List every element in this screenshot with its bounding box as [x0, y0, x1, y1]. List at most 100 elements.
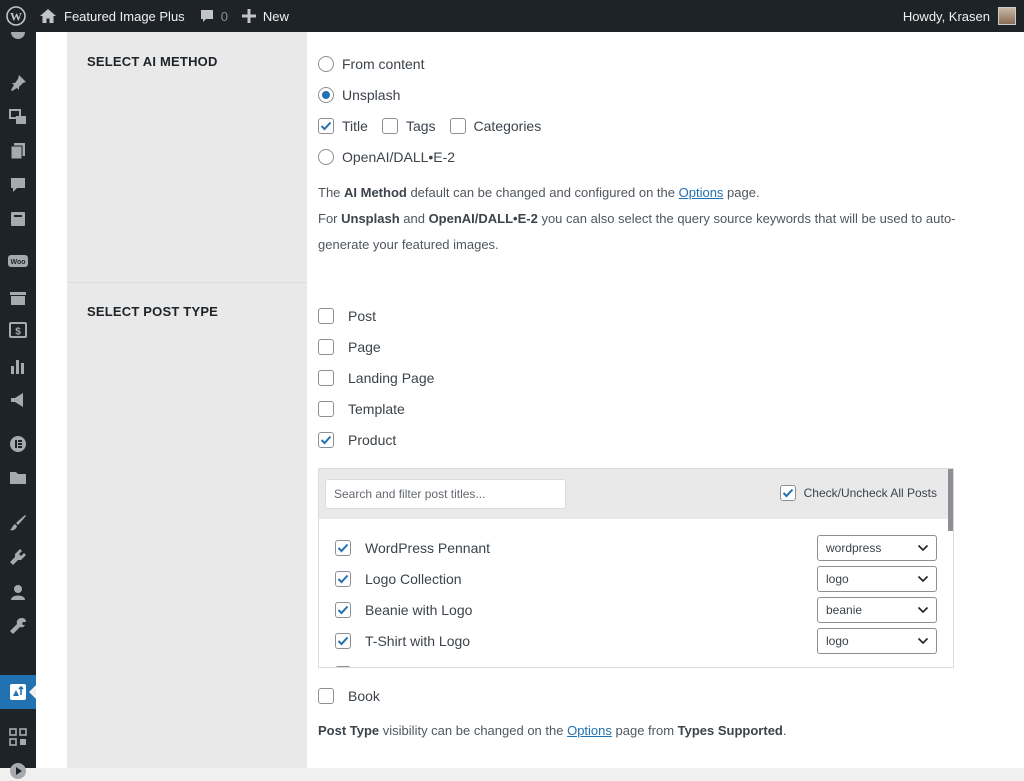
- woo-icon[interactable]: Woo: [8, 252, 28, 272]
- keyword-tags-label: Tags: [405, 118, 436, 134]
- checkbox-tags[interactable]: [381, 118, 398, 134]
- note-bold: Unsplash: [341, 211, 400, 226]
- comments-count: 0: [220, 8, 228, 24]
- post-type-page[interactable]: Page: [318, 337, 381, 357]
- brush-icon[interactable]: [8, 513, 28, 533]
- keyword-select[interactable]: wordpress: [817, 535, 937, 561]
- wordpress-logo-icon[interactable]: W: [0, 0, 32, 32]
- keyword-select[interactable]: logo: [817, 566, 937, 592]
- checkbox-categories[interactable]: [449, 118, 466, 134]
- wrench-icon[interactable]: [8, 616, 28, 636]
- radio-openai[interactable]: [318, 149, 334, 165]
- grid-icon[interactable]: [8, 727, 28, 747]
- post-title: Beanie with Logo: [365, 602, 473, 618]
- chevron-down-icon: [917, 637, 929, 645]
- keyword-select[interactable]: logo: [817, 628, 937, 654]
- post-type-label: Template: [348, 401, 405, 417]
- play-icon[interactable]: [8, 761, 28, 781]
- user-icon[interactable]: [8, 582, 28, 602]
- note-text: you can also select the query source key…: [537, 211, 956, 226]
- post-row: WordPress Pennant wordpress: [335, 535, 937, 561]
- comments-link[interactable]: 0: [192, 0, 235, 32]
- post-type-product[interactable]: Product: [318, 430, 396, 450]
- post-checkbox[interactable]: [335, 540, 351, 556]
- plus-icon: [241, 9, 256, 23]
- panel-header: Search and filter post titles... Check/U…: [319, 469, 953, 519]
- radio-from-content[interactable]: [318, 56, 334, 72]
- checkbox-check-all[interactable]: [779, 485, 796, 501]
- book-icon[interactable]: [8, 209, 28, 229]
- note-text: generate your featured images.: [318, 237, 499, 252]
- chevron-down-icon: [917, 606, 929, 614]
- user-account-menu[interactable]: Howdy, Krasen: [896, 0, 1024, 32]
- note-text: .: [782, 723, 787, 738]
- archive-icon[interactable]: [8, 288, 28, 308]
- post-type-post[interactable]: Post: [318, 306, 376, 326]
- post-type-landing-page[interactable]: Landing Page: [318, 368, 434, 388]
- note-bold: AI Method: [344, 185, 407, 200]
- svg-text:$: $: [15, 327, 21, 338]
- keyword-select[interactable]: beanie: [817, 597, 937, 623]
- elementor-icon[interactable]: [8, 434, 28, 454]
- note-text: default can be changed and configured on…: [406, 185, 679, 200]
- dashboard-icon[interactable]: [8, 32, 28, 44]
- ai-option-label: From content: [342, 56, 425, 72]
- post-type-template[interactable]: Template: [318, 399, 405, 419]
- new-content-link[interactable]: New: [235, 0, 296, 32]
- media-icon[interactable]: [8, 107, 28, 127]
- options-link[interactable]: Options: [567, 723, 612, 738]
- pin-icon[interactable]: [8, 73, 28, 93]
- ai-option-from-content[interactable]: From content: [318, 54, 424, 74]
- note-bold: Post Type: [318, 723, 380, 738]
- checkbox-product[interactable]: [318, 432, 334, 448]
- megaphone-icon[interactable]: [8, 390, 28, 410]
- post-row: T-Shirt with Logo logo: [335, 628, 937, 654]
- admin-sidebar: Woo $: [0, 32, 36, 779]
- post-type-label: Product: [348, 432, 397, 448]
- image-plus-icon[interactable]: [8, 682, 28, 702]
- chevron-down-icon: [917, 575, 929, 583]
- folder-icon[interactable]: [8, 468, 28, 488]
- ai-option-unsplash[interactable]: Unsplash: [318, 85, 400, 105]
- checkbox-title[interactable]: [318, 118, 334, 134]
- site-name-link[interactable]: Featured Image Plus: [32, 0, 192, 32]
- post-checkbox[interactable]: [335, 666, 351, 667]
- post-search-input[interactable]: Search and filter post titles...: [325, 479, 566, 509]
- post-title: T-Shirt with Logo: [365, 633, 471, 649]
- admin-bar: W Featured Image Plus 0 New Howdy, Krase…: [0, 0, 1024, 32]
- post-type-label: Page: [348, 339, 381, 355]
- checkbox-post[interactable]: [318, 308, 334, 324]
- options-link[interactable]: Options: [679, 185, 724, 200]
- checkbox-page[interactable]: [318, 339, 334, 355]
- avatar: [998, 7, 1016, 25]
- note-text: The: [318, 185, 345, 200]
- pages-icon[interactable]: [8, 141, 28, 161]
- svg-text:W: W: [10, 10, 22, 24]
- home-icon: [40, 9, 56, 23]
- dollar-icon[interactable]: $: [8, 320, 28, 340]
- post-checkbox[interactable]: [335, 633, 351, 649]
- post-type-note: Post Type visibility can be changed on t…: [318, 723, 787, 738]
- post-type-label: Book: [348, 688, 380, 704]
- ai-method-title: SELECT AI METHOD: [87, 54, 218, 69]
- user-greeting: Howdy, Krasen: [902, 8, 990, 24]
- unsplash-keyword-sources: Title Tags Categories: [318, 116, 541, 136]
- note-bold: OpenAI/DALL•E-2: [428, 211, 538, 226]
- note-text: visibility can be changed on the: [379, 723, 568, 738]
- comments-icon[interactable]: [8, 175, 28, 195]
- radio-unsplash[interactable]: [318, 87, 334, 103]
- stats-icon[interactable]: [8, 356, 28, 376]
- panel-scrollbar[interactable]: [948, 469, 953, 531]
- checkbox-book[interactable]: [318, 688, 334, 704]
- svg-text:Woo: Woo: [10, 259, 25, 266]
- post-checkbox[interactable]: [335, 602, 351, 618]
- checkbox-landing-page[interactable]: [318, 370, 334, 386]
- ai-option-openai[interactable]: OpenAI/DALL•E-2: [318, 147, 455, 167]
- check-all-toggle[interactable]: Check/Uncheck All Posts: [779, 485, 937, 501]
- keyword-value: logo: [826, 572, 849, 586]
- checkbox-template[interactable]: [318, 401, 334, 417]
- post-type-book[interactable]: Book: [318, 686, 380, 706]
- new-label: New: [262, 8, 289, 24]
- post-checkbox[interactable]: [335, 571, 351, 587]
- plugin-icon[interactable]: [8, 547, 28, 567]
